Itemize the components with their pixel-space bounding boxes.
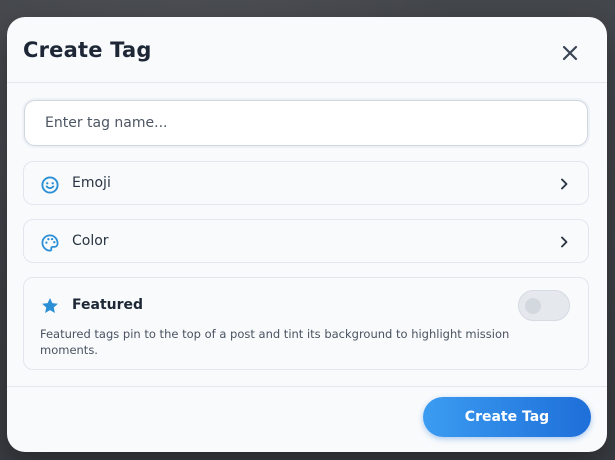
close-button[interactable] bbox=[557, 40, 583, 66]
dialog-header: Create Tag bbox=[7, 17, 607, 83]
emoji-option-label: Emoji bbox=[72, 175, 111, 191]
chevron-right-icon bbox=[561, 178, 568, 190]
create-tag-button[interactable]: Create Tag bbox=[423, 397, 591, 437]
color-option-label: Color bbox=[72, 233, 109, 249]
dialog-title: Create Tag bbox=[23, 38, 152, 62]
tag-name-input[interactable] bbox=[24, 100, 588, 146]
toggle-knob bbox=[525, 298, 541, 314]
create-tag-dialog: Create Tag Emoji Color bbox=[7, 17, 607, 452]
color-option-row[interactable]: Color bbox=[23, 219, 589, 263]
featured-label: Featured bbox=[72, 297, 144, 313]
dialog-footer: Create Tag bbox=[7, 386, 607, 452]
featured-toggle[interactable] bbox=[518, 290, 570, 321]
chevron-right-icon bbox=[561, 236, 568, 248]
emoji-option-row[interactable]: Emoji bbox=[23, 161, 589, 205]
palette-icon bbox=[41, 234, 59, 252]
featured-setting-card: Featured Featured tags pin to the top of… bbox=[23, 277, 589, 370]
star-icon bbox=[42, 298, 58, 313]
close-icon bbox=[562, 45, 578, 61]
featured-description: Featured tags pin to the top of a post a… bbox=[40, 327, 510, 357]
smiley-face-icon bbox=[41, 176, 59, 194]
